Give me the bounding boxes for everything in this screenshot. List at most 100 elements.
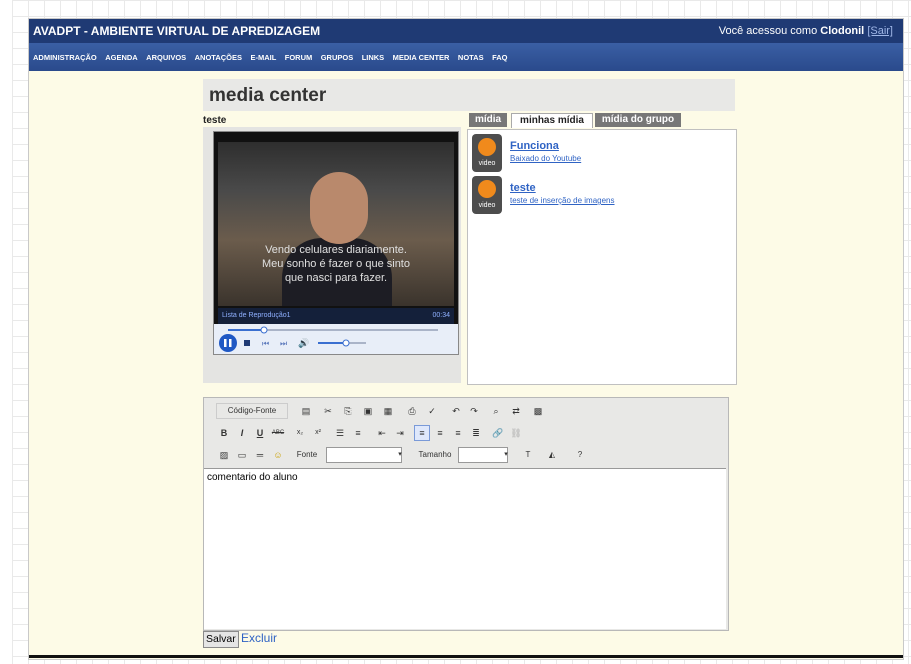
pause-button[interactable] xyxy=(219,334,237,352)
print-icon[interactable]: ⎙ xyxy=(404,403,420,419)
menu-item-faq[interactable]: FAQ xyxy=(492,53,507,62)
find-icon[interactable]: ⌕ xyxy=(488,403,504,419)
table-icon[interactable]: ▭ xyxy=(234,447,250,463)
select-all-icon[interactable]: ▩ xyxy=(530,403,546,419)
rich-text-editor: Código-Fonte ▤ ✂ ⎘ ▣ ▦ ⎙ ✓ ↶ ↷ ⌕ ⇄ ▩ B I… xyxy=(203,397,729,631)
bullet-list-icon[interactable]: ≡ xyxy=(350,425,366,441)
menu-item-email[interactable]: E-MAIL xyxy=(250,53,276,62)
media-description-link[interactable]: teste de inserção de imagens xyxy=(510,196,615,205)
superscript-icon[interactable]: x² xyxy=(310,425,326,441)
numbered-list-icon[interactable]: ☰ xyxy=(332,425,348,441)
subtitle-line-2: Meu sonho é fazer o que sinto xyxy=(262,258,410,270)
media-item-funciona[interactable]: video Funciona Baixado do Youtube xyxy=(472,134,730,174)
tab-midia[interactable]: mídia xyxy=(469,113,507,127)
user-name: Clodonil xyxy=(820,25,865,37)
logout-link[interactable]: [Sair] xyxy=(867,25,893,37)
menu-item-links[interactable]: LINKS xyxy=(362,53,385,62)
video-thumbnail[interactable]: video xyxy=(472,176,502,214)
menu-item-media-center[interactable]: MEDIA CENTER xyxy=(393,53,450,62)
previous-icon[interactable]: ⏮ xyxy=(262,339,269,348)
save-button[interactable]: Salvar xyxy=(203,631,239,648)
align-center-icon[interactable]: ≡ xyxy=(432,425,448,441)
subscript-icon[interactable]: x₂ xyxy=(292,425,308,441)
strikethrough-icon[interactable]: ABC xyxy=(270,425,286,441)
link-icon[interactable]: 🔗 xyxy=(490,425,506,441)
menu-item-notas[interactable]: NOTAS xyxy=(458,53,484,62)
text-color-icon[interactable]: T xyxy=(520,447,536,463)
font-dropdown-icon[interactable]: ▾ xyxy=(392,447,408,463)
document-icon[interactable]: ▤ xyxy=(298,403,314,419)
menu-item-forum[interactable]: FORUM xyxy=(285,53,313,62)
subtitle-line-1: Vendo celulares diariamente. xyxy=(265,244,407,256)
font-select[interactable] xyxy=(326,447,402,463)
smiley-icon[interactable]: ☺ xyxy=(270,447,286,463)
top-bar: AVADPT - AMBIENTE VIRTUAL DE APREDIZAGEM… xyxy=(29,19,903,43)
menu-item-arquivos[interactable]: ARQUIVOS xyxy=(146,53,186,62)
pause-icon-right xyxy=(229,339,232,347)
delete-link[interactable]: Excluir xyxy=(241,631,277,645)
replace-icon[interactable]: ⇄ xyxy=(508,403,524,419)
user-prefix: Você acessou como xyxy=(718,25,818,37)
size-label: Tamanho xyxy=(418,450,452,459)
app-window: AVADPT - AMBIENTE VIRTUAL DE APREDIZAGEM… xyxy=(28,18,904,660)
video-player[interactable]: Vendo celulares diariamente. Meu sonho é… xyxy=(213,131,459,355)
tab-midia-do-grupo[interactable]: mídia do grupo xyxy=(595,113,681,127)
font-label: Fonte xyxy=(296,450,318,459)
bold-icon[interactable]: B xyxy=(216,425,232,441)
editor-text: comentario do aluno xyxy=(207,472,298,483)
media-type-label: video xyxy=(478,160,496,167)
menu-item-anotacoes[interactable]: ANOTAÇÕES xyxy=(195,53,242,62)
editor-content-area[interactable]: comentario do aluno xyxy=(204,468,726,629)
horizontal-rule-icon[interactable]: ═ xyxy=(252,447,268,463)
volume-icon[interactable]: 🔊 xyxy=(298,337,309,349)
undo-icon[interactable]: ↶ xyxy=(448,403,464,419)
app-title: AVADPT - AMBIENTE VIRTUAL DE APREDIZAGEM xyxy=(33,24,321,38)
toolbar-row-2: B I U ABC x₂ x² ☰ ≡ ⇤ ⇥ ≡ ≡ ≡ ≣ 🔗 ⛓ xyxy=(216,424,716,442)
page-title: media center xyxy=(209,85,327,106)
toolbar-row-3: ▨ ▭ ═ ☺ Fonte ▾ Tamanho ▾ T ◭ ? xyxy=(216,446,716,464)
menu-item-administracao[interactable]: ADMINISTRAÇÃO xyxy=(33,53,97,62)
video-thumbnail[interactable]: video xyxy=(472,134,502,172)
align-right-icon[interactable]: ≡ xyxy=(450,425,466,441)
video-screen[interactable]: Vendo celulares diariamente. Meu sonho é… xyxy=(218,142,454,306)
subtitle-line-3: que nasci para fazer. xyxy=(284,272,388,284)
background-color-icon[interactable]: ◭ xyxy=(544,447,560,463)
media-name-link[interactable]: teste xyxy=(510,182,536,194)
seek-handle[interactable] xyxy=(260,326,268,334)
media-description-link[interactable]: Baixado do Youtube xyxy=(510,154,581,163)
pause-icon-left xyxy=(224,339,227,347)
bottom-border xyxy=(29,655,903,658)
indent-icon[interactable]: ⇥ xyxy=(392,425,408,441)
video-person-face xyxy=(310,172,368,244)
menu-item-grupos[interactable]: GRUPOS xyxy=(321,53,354,62)
volume-handle[interactable] xyxy=(342,339,350,347)
page-header: media center xyxy=(203,79,735,111)
cut-icon[interactable]: ✂ xyxy=(320,403,336,419)
outdent-icon[interactable]: ⇤ xyxy=(374,425,390,441)
play-icon xyxy=(478,138,496,156)
paste-word-icon[interactable]: ▦ xyxy=(380,403,396,419)
next-icon[interactable]: ⏭ xyxy=(280,339,287,348)
spellcheck-icon[interactable]: ✓ xyxy=(424,403,440,419)
time-display: 00:34 xyxy=(432,312,450,319)
image-icon[interactable]: ▨ xyxy=(216,447,232,463)
copy-icon[interactable]: ⎘ xyxy=(340,403,356,419)
stop-button[interactable] xyxy=(244,340,250,346)
help-icon[interactable]: ? xyxy=(572,447,588,463)
menu-item-agenda[interactable]: AGENDA xyxy=(105,53,138,62)
redo-icon[interactable]: ↷ xyxy=(466,403,482,419)
play-icon xyxy=(478,180,496,198)
underline-icon[interactable]: U xyxy=(252,425,268,441)
size-dropdown-icon[interactable]: ▾ xyxy=(498,447,514,463)
media-name-link[interactable]: Funciona xyxy=(510,140,559,152)
player-controls: ⏮ ⏭ 🔊 xyxy=(214,324,458,354)
italic-icon[interactable]: I xyxy=(234,425,250,441)
media-item-teste[interactable]: video teste teste de inserção de imagens xyxy=(472,176,730,216)
source-button[interactable]: Código-Fonte xyxy=(216,403,288,419)
unlink-icon[interactable]: ⛓ xyxy=(508,425,524,441)
tab-minhas-midia[interactable]: minhas mídia xyxy=(511,113,593,128)
justify-icon[interactable]: ≣ xyxy=(468,425,484,441)
paste-icon[interactable]: ▣ xyxy=(360,403,376,419)
align-left-icon[interactable]: ≡ xyxy=(414,425,430,441)
media-list: video Funciona Baixado do Youtube video … xyxy=(467,129,737,385)
